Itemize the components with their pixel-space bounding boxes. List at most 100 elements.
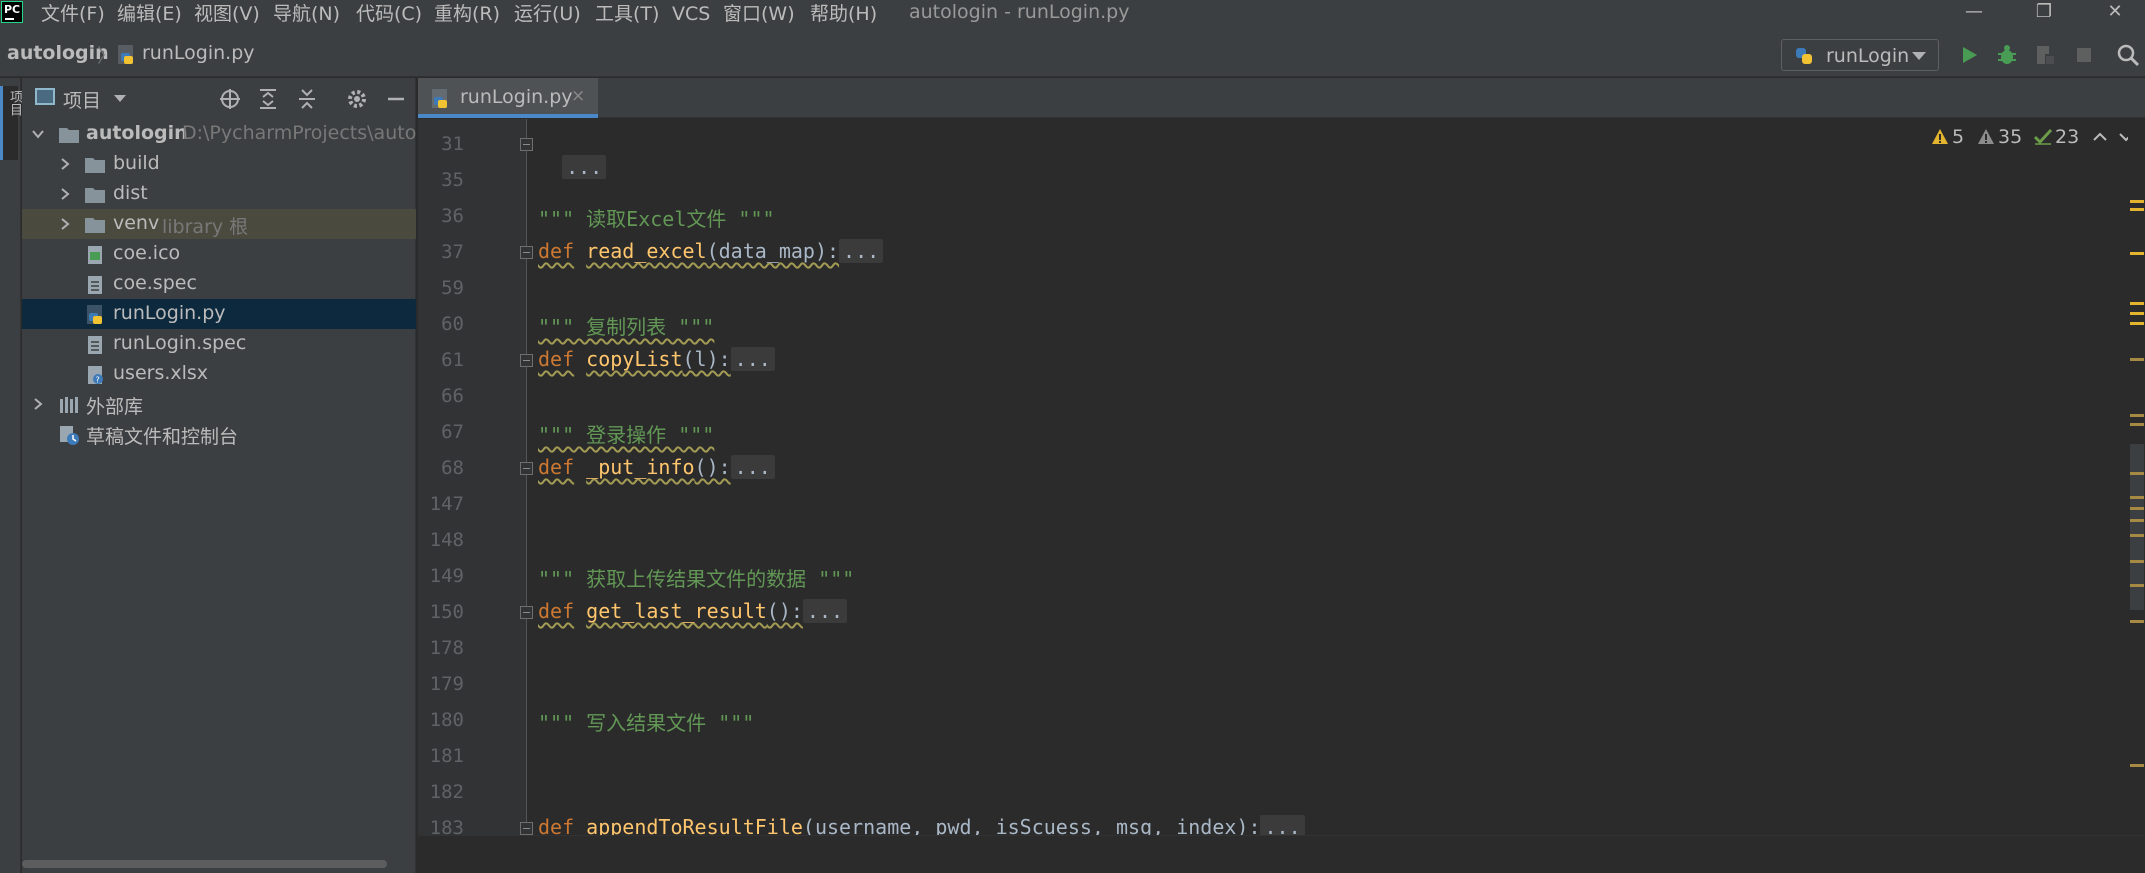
line-number: 149 — [429, 565, 464, 587]
chevron-down-icon[interactable] — [114, 95, 126, 102]
line-number: 178 — [429, 637, 464, 659]
weak-warning-marker[interactable] — [2130, 560, 2144, 563]
chevron-right-icon[interactable] — [58, 157, 72, 171]
tree-item-build[interactable]: build — [22, 149, 416, 179]
menu-run[interactable]: 运行(U) — [514, 0, 581, 28]
search-icon[interactable] — [2115, 42, 2141, 68]
code-line-180: """ 写入结果文件 """ — [538, 707, 754, 736]
weak-warning-marker[interactable] — [2130, 507, 2144, 510]
menu-view[interactable]: 视图(V) — [194, 0, 260, 28]
horizontal-scrollbar[interactable] — [22, 860, 387, 868]
weak-warning-marker[interactable] — [2130, 472, 2144, 475]
weak-warning-marker[interactable] — [2130, 414, 2144, 417]
menu-file[interactable]: 文件(F) — [41, 0, 105, 28]
chevron-right-icon[interactable] — [31, 397, 45, 411]
run-configuration-selector[interactable]: runLogin — [1781, 39, 1939, 71]
weak-warning-marker[interactable] — [2130, 764, 2144, 767]
folded-region[interactable]: ... — [1260, 815, 1305, 835]
menu-tools[interactable]: 工具(T) — [595, 0, 659, 28]
weak-warning-marker[interactable] — [2130, 584, 2144, 587]
warning-count[interactable]: 5 — [1952, 126, 1964, 148]
folded-region[interactable]: ... — [562, 155, 607, 179]
run-icon[interactable] — [1956, 42, 1982, 68]
breadcrumb-file[interactable]: runLogin.py — [142, 42, 255, 64]
expand-all-icon[interactable] — [256, 87, 280, 111]
tree-item-users-xlsx[interactable]: ? users.xlsx — [22, 359, 416, 389]
hide-panel-icon[interactable] — [384, 87, 408, 111]
tree-item-coe-spec[interactable]: coe.spec — [22, 269, 416, 299]
folded-region[interactable]: ... — [730, 347, 775, 371]
tree-item-label: coe.ico — [113, 242, 181, 264]
menu-navigate[interactable]: 导航(N) — [273, 0, 340, 28]
menu-edit[interactable]: 编辑(E) — [117, 0, 182, 28]
project-tool-tab[interactable]: 项目 — [0, 86, 22, 160]
warning-marker[interactable] — [2130, 200, 2144, 203]
tree-item-label: runLogin.py — [113, 302, 226, 324]
code-line-36: """ 读取Excel文件 """ — [538, 203, 775, 232]
fold-toggle[interactable] — [520, 822, 533, 835]
menu-refactor[interactable]: 重构(R) — [434, 0, 500, 28]
project-panel-title[interactable]: 项目 — [63, 86, 101, 113]
gear-icon[interactable] — [345, 87, 369, 111]
tree-item-runlogin-spec[interactable]: runLogin.spec — [22, 329, 416, 359]
weak-warning-marker[interactable] — [2130, 358, 2144, 361]
fold-toggle[interactable] — [520, 138, 533, 151]
weak-warning-count[interactable]: 35 — [1998, 126, 2022, 148]
docstring: """ 获取上传结果文件的数据 """ — [538, 567, 855, 591]
fold-toggle[interactable] — [520, 354, 533, 367]
menu-code[interactable]: 代码(C) — [356, 0, 422, 28]
warning-marker[interactable] — [2130, 322, 2144, 325]
tree-item-scratches[interactable]: 草稿文件和控制台 — [22, 419, 416, 449]
weak-warning-marker[interactable] — [2130, 423, 2144, 426]
breadcrumb-project[interactable]: autologin — [7, 42, 109, 64]
menu-help[interactable]: 帮助(H) — [810, 0, 877, 28]
fold-toggle[interactable] — [520, 462, 533, 475]
warning-marker[interactable] — [2130, 208, 2144, 211]
weak-warning-marker[interactable] — [2130, 496, 2144, 499]
collapse-all-icon[interactable] — [295, 87, 319, 111]
close-button[interactable]: ✕ — [2085, 0, 2145, 26]
weak-warning-marker[interactable] — [2130, 620, 2144, 623]
debug-icon[interactable] — [1994, 42, 2020, 68]
stop-icon[interactable] — [2071, 42, 2097, 68]
tab-runlogin-py[interactable]: runLogin.py × — [418, 78, 598, 118]
tree-item-runlogin-py[interactable]: runLogin.py — [22, 299, 416, 329]
chevron-right-icon[interactable] — [58, 217, 72, 231]
line-number: 182 — [429, 781, 464, 803]
locate-icon[interactable] — [218, 87, 242, 111]
code-line-37: def read_excel(data_map):... — [538, 239, 884, 263]
tree-item-venv[interactable]: venv library 根 — [22, 209, 416, 239]
typo-check-icon[interactable] — [2033, 128, 2053, 146]
coverage-icon[interactable] — [2032, 42, 2058, 68]
warning-icon[interactable] — [1931, 128, 1949, 146]
menu-window[interactable]: 窗口(W) — [723, 0, 795, 28]
function-args: (): — [694, 455, 731, 479]
chevron-up-icon[interactable] — [2092, 130, 2108, 144]
tree-item-external-libraries[interactable]: 外部库 — [22, 389, 416, 419]
folded-region[interactable]: ... — [839, 239, 884, 263]
tree-item-coe-ico[interactable]: coe.ico — [22, 239, 416, 269]
menu-vcs[interactable]: VCS — [672, 0, 710, 28]
minimize-button[interactable]: — — [1944, 0, 2004, 26]
line-number: 59 — [441, 277, 464, 299]
typo-count[interactable]: 23 — [2055, 126, 2079, 148]
chevron-down-icon[interactable] — [31, 127, 45, 141]
close-icon[interactable]: × — [571, 86, 585, 106]
folded-region[interactable]: ... — [802, 599, 848, 623]
warning-marker[interactable] — [2130, 302, 2144, 305]
restore-button[interactable]: ❐ — [2014, 0, 2074, 26]
weak-warning-icon[interactable] — [1977, 128, 1995, 146]
tree-item-label: build — [113, 152, 160, 174]
editor-tab-bar: runLogin.py × — [418, 78, 2145, 118]
tree-item-autologin[interactable]: autologin D:\PycharmProjects\autolo — [22, 119, 433, 149]
warning-marker[interactable] — [2130, 312, 2144, 315]
folded-region[interactable]: ... — [730, 455, 775, 479]
warning-marker[interactable] — [2130, 252, 2144, 255]
tree-item-dist[interactable]: dist — [22, 179, 416, 209]
fold-toggle[interactable] — [520, 606, 533, 619]
weak-warning-marker[interactable] — [2130, 519, 2144, 522]
fold-toggle[interactable] — [520, 246, 533, 259]
chevron-right-icon[interactable] — [58, 187, 72, 201]
function-name: read_excel — [586, 239, 707, 263]
weak-warning-marker[interactable] — [2130, 534, 2144, 537]
